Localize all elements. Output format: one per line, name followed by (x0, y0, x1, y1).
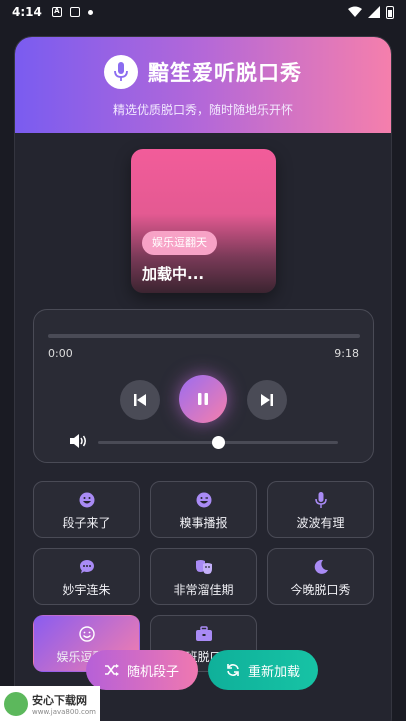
watermark: 安心下载网 www.java800.com (0, 686, 100, 721)
category-label: 非常溜佳期 (173, 583, 234, 597)
pause-button[interactable] (179, 375, 227, 423)
skip-forward-icon (261, 394, 273, 406)
masks-icon (195, 560, 212, 574)
category-label: 今晚脱口秀 (290, 583, 351, 597)
main-card: 黯笙爱听脱口秀 精选优质脱口秀，随时随地乐开怀 娱乐逗翻天 加载中... 0:0… (14, 36, 392, 721)
next-button[interactable] (247, 380, 287, 420)
random-joke-button[interactable]: 随机段子 (86, 650, 198, 690)
cover-category-tag: 娱乐逗翻天 (142, 231, 217, 255)
random-joke-label: 随机段子 (126, 664, 179, 680)
laugh-icon (79, 492, 94, 508)
notification-square-icon (69, 7, 80, 17)
mic-icon (314, 492, 327, 508)
category-label: 波波有理 (296, 516, 345, 530)
category-label: 糗事播报 (179, 516, 228, 530)
current-time: 0:00 (48, 347, 73, 360)
battery-icon (386, 5, 394, 19)
signal-icon (368, 6, 380, 18)
status-time: 4:14 (12, 5, 42, 19)
notification-a-icon: A (51, 7, 62, 17)
audio-player: 0:00 9:18 (33, 309, 374, 463)
grin-wink-icon (196, 492, 211, 508)
mic-icon (104, 55, 138, 89)
skip-back-icon (134, 394, 146, 406)
volume-slider[interactable] (98, 436, 338, 449)
pause-icon (198, 393, 208, 405)
category-tile[interactable]: 妙宇连朱 (33, 548, 140, 605)
reload-label: 重新加载 (247, 664, 300, 680)
category-label: 妙宇连朱 (62, 583, 111, 597)
wifi-icon (348, 6, 362, 17)
app-title: 黯笙爱听脱口秀 (148, 61, 302, 85)
volume-knob[interactable] (212, 436, 225, 449)
smile-icon (78, 626, 95, 642)
app-header: 黯笙爱听脱口秀 精选优质脱口秀，随时随地乐开怀 (15, 37, 391, 133)
previous-button[interactable] (120, 380, 160, 420)
progress-bar[interactable] (48, 334, 360, 338)
category-tile[interactable]: 糗事播报 (150, 481, 257, 538)
watermark-logo (4, 691, 28, 716)
category-tile[interactable]: 今晚脱口秀 (267, 548, 374, 605)
comment-dots-icon (79, 560, 94, 574)
album-cover: 娱乐逗翻天 加载中... (131, 149, 276, 293)
watermark-url: www.java800.com (32, 707, 96, 716)
notification-dot-icon (87, 9, 93, 15)
reload-button[interactable]: 重新加载 (208, 650, 318, 690)
category-tile[interactable]: 波波有理 (267, 481, 374, 538)
category-tile[interactable]: 段子来了 (33, 481, 140, 538)
shuffle-icon (104, 664, 119, 676)
category-tile[interactable]: 非常溜佳期 (150, 548, 257, 605)
moon-icon (314, 559, 328, 574)
category-label: 段子来了 (62, 516, 111, 530)
app-subtitle: 精选优质脱口秀，随时随地乐开怀 (112, 103, 293, 117)
watermark-title: 安心下载网 (32, 693, 87, 707)
briefcase-icon (195, 626, 212, 641)
status-icons (348, 5, 394, 19)
cover-status-text: 加载中... (142, 265, 205, 283)
refresh-icon (227, 664, 239, 676)
volume-icon[interactable] (70, 434, 88, 448)
total-time: 9:18 (334, 347, 359, 360)
status-bar: 4:14 A (0, 0, 406, 24)
